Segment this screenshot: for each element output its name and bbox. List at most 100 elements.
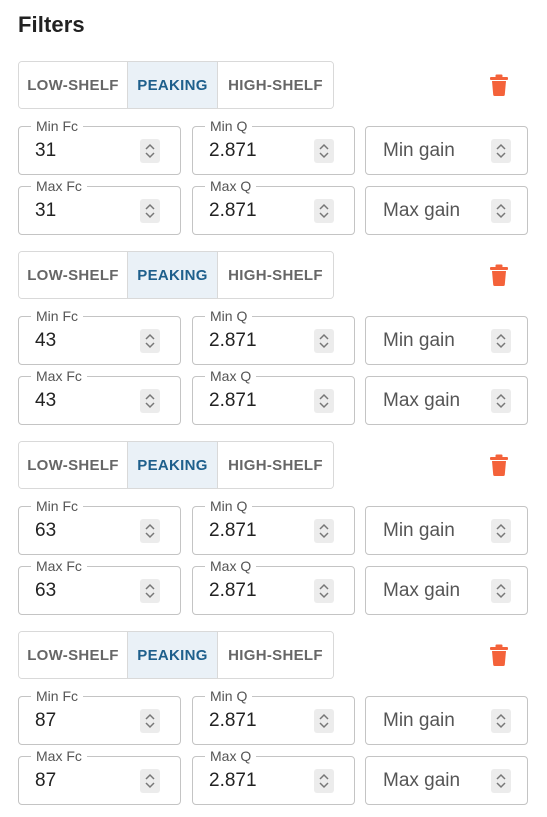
stepper-arrows-icon[interactable] <box>140 329 160 353</box>
filter-type-toggle: LOW-SHELF PEAKING HIGH-SHELF <box>18 61 334 109</box>
min-q-field[interactable]: Min Q 2.871 <box>192 688 355 745</box>
max-fc-field[interactable]: Max Fc 31 <box>18 178 181 235</box>
max-gain-field[interactable]: Max gain <box>365 186 528 235</box>
stepper-arrows-icon[interactable] <box>314 709 334 733</box>
low-shelf-button[interactable]: LOW-SHELF <box>19 632 128 678</box>
stepper-arrows-icon[interactable] <box>314 139 334 163</box>
stepper-arrows-icon[interactable] <box>140 579 160 603</box>
max-fc-label: Max Fc <box>31 748 87 764</box>
stepper-arrows-icon[interactable] <box>314 199 334 223</box>
max-fc-value[interactable]: 31 <box>35 200 56 222</box>
min-gain-field[interactable]: Min gain <box>365 316 528 365</box>
stepper-arrows-icon[interactable] <box>491 329 511 353</box>
stepper-arrows-icon[interactable] <box>314 329 334 353</box>
max-gain-field[interactable]: Max gain <box>365 376 528 425</box>
min-fc-value[interactable]: 87 <box>35 710 56 732</box>
low-shelf-button[interactable]: LOW-SHELF <box>19 442 128 488</box>
max-gain-placeholder[interactable]: Max gain <box>383 200 460 222</box>
trash-icon[interactable] <box>486 642 512 668</box>
peaking-button[interactable]: PEAKING <box>128 442 218 488</box>
min-gain-placeholder[interactable]: Min gain <box>383 520 455 542</box>
max-q-field[interactable]: Max Q 2.871 <box>192 558 355 615</box>
stepper-arrows-icon[interactable] <box>491 769 511 793</box>
min-fc-value[interactable]: 31 <box>35 140 56 162</box>
stepper-arrows-icon[interactable] <box>491 579 511 603</box>
high-shelf-button[interactable]: HIGH-SHELF <box>218 632 333 678</box>
stepper-arrows-icon[interactable] <box>314 769 334 793</box>
trash-icon[interactable] <box>486 72 512 98</box>
stepper-arrows-icon[interactable] <box>140 709 160 733</box>
stepper-arrows-icon[interactable] <box>314 519 334 543</box>
max-q-label: Max Q <box>205 368 257 384</box>
min-fc-label: Min Fc <box>31 118 83 134</box>
min-fc-label: Min Fc <box>31 688 83 704</box>
stepper-arrows-icon[interactable] <box>140 769 160 793</box>
filter-type-toggle: LOW-SHELF PEAKING HIGH-SHELF <box>18 441 334 489</box>
min-q-label: Min Q <box>205 308 253 324</box>
min-gain-field[interactable]: Min gain <box>365 696 528 745</box>
min-q-value[interactable]: 2.871 <box>209 710 257 732</box>
min-fc-field[interactable]: Min Fc 31 <box>18 118 181 175</box>
min-q-field[interactable]: Min Q 2.871 <box>192 498 355 555</box>
min-gain-placeholder[interactable]: Min gain <box>383 330 455 352</box>
max-gain-placeholder[interactable]: Max gain <box>383 770 460 792</box>
trash-icon[interactable] <box>486 262 512 288</box>
trash-icon[interactable] <box>486 452 512 478</box>
high-shelf-button[interactable]: HIGH-SHELF <box>218 442 333 488</box>
max-q-value[interactable]: 2.871 <box>209 200 257 222</box>
stepper-arrows-icon[interactable] <box>140 199 160 223</box>
stepper-arrows-icon[interactable] <box>140 139 160 163</box>
max-q-value[interactable]: 2.871 <box>209 390 257 412</box>
min-q-field[interactable]: Min Q 2.871 <box>192 118 355 175</box>
max-gain-field[interactable]: Max gain <box>365 756 528 805</box>
max-gain-placeholder[interactable]: Max gain <box>383 580 460 602</box>
peaking-button[interactable]: PEAKING <box>128 252 218 298</box>
filter-type-toggle: LOW-SHELF PEAKING HIGH-SHELF <box>18 631 334 679</box>
min-fc-field[interactable]: Min Fc 87 <box>18 688 181 745</box>
min-gain-placeholder[interactable]: Min gain <box>383 710 455 732</box>
stepper-arrows-icon[interactable] <box>491 139 511 163</box>
peaking-button[interactable]: PEAKING <box>128 632 218 678</box>
min-gain-field[interactable]: Min gain <box>365 126 528 175</box>
max-fc-field[interactable]: Max Fc 87 <box>18 748 181 805</box>
min-fc-field[interactable]: Min Fc 43 <box>18 308 181 365</box>
max-gain-field[interactable]: Max gain <box>365 566 528 615</box>
max-fc-value[interactable]: 87 <box>35 770 56 792</box>
stepper-arrows-icon[interactable] <box>491 389 511 413</box>
min-fc-field[interactable]: Min Fc 63 <box>18 498 181 555</box>
max-q-value[interactable]: 2.871 <box>209 580 257 602</box>
stepper-arrows-icon[interactable] <box>491 199 511 223</box>
stepper-arrows-icon[interactable] <box>491 519 511 543</box>
high-shelf-button[interactable]: HIGH-SHELF <box>218 252 333 298</box>
stepper-arrows-icon[interactable] <box>140 519 160 543</box>
min-gain-placeholder[interactable]: Min gain <box>383 140 455 162</box>
low-shelf-button[interactable]: LOW-SHELF <box>19 62 128 108</box>
max-fc-field[interactable]: Max Fc 43 <box>18 368 181 425</box>
stepper-arrows-icon[interactable] <box>491 709 511 733</box>
max-q-field[interactable]: Max Q 2.871 <box>192 368 355 425</box>
stepper-arrows-icon[interactable] <box>140 389 160 413</box>
max-gain-placeholder[interactable]: Max gain <box>383 390 460 412</box>
max-q-field[interactable]: Max Q 2.871 <box>192 748 355 805</box>
min-q-field[interactable]: Min Q 2.871 <box>192 308 355 365</box>
min-q-value[interactable]: 2.871 <box>209 140 257 162</box>
max-q-label: Max Q <box>205 558 257 574</box>
stepper-arrows-icon[interactable] <box>314 389 334 413</box>
high-shelf-button[interactable]: HIGH-SHELF <box>218 62 333 108</box>
low-shelf-button[interactable]: LOW-SHELF <box>19 252 128 298</box>
stepper-arrows-icon[interactable] <box>314 579 334 603</box>
min-q-value[interactable]: 2.871 <box>209 330 257 352</box>
max-fc-value[interactable]: 63 <box>35 580 56 602</box>
min-gain-field[interactable]: Min gain <box>365 506 528 555</box>
min-fc-value[interactable]: 43 <box>35 330 56 352</box>
min-q-label: Min Q <box>205 688 253 704</box>
max-q-value[interactable]: 2.871 <box>209 770 257 792</box>
min-q-value[interactable]: 2.871 <box>209 520 257 542</box>
max-fc-value[interactable]: 43 <box>35 390 56 412</box>
filter-card: LOW-SHELF PEAKING HIGH-SHELF Min Fc 63 M… <box>0 441 547 631</box>
max-fc-field[interactable]: Max Fc 63 <box>18 558 181 615</box>
min-fc-value[interactable]: 63 <box>35 520 56 542</box>
min-fc-label: Min Fc <box>31 498 83 514</box>
peaking-button[interactable]: PEAKING <box>128 62 218 108</box>
max-q-field[interactable]: Max Q 2.871 <box>192 178 355 235</box>
